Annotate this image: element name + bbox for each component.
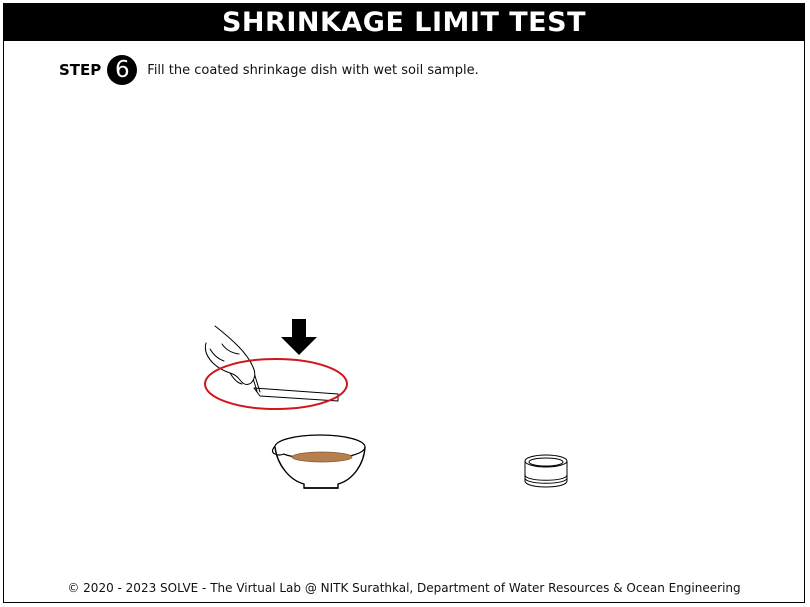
red-highlight-ellipse xyxy=(204,358,348,410)
shrinkage-dish-icon[interactable] xyxy=(524,454,568,488)
down-arrow-icon xyxy=(281,319,317,355)
experiment-scene xyxy=(204,319,568,489)
footer-copyright: © 2020 - 2023 SOLVE - The Virtual Lab @ … xyxy=(67,581,741,595)
mixing-bowl-with-soil-icon[interactable] xyxy=(271,434,366,489)
lab-frame: SHRINKAGE LIMIT TEST STEP 6 Fill the coa… xyxy=(3,3,805,603)
